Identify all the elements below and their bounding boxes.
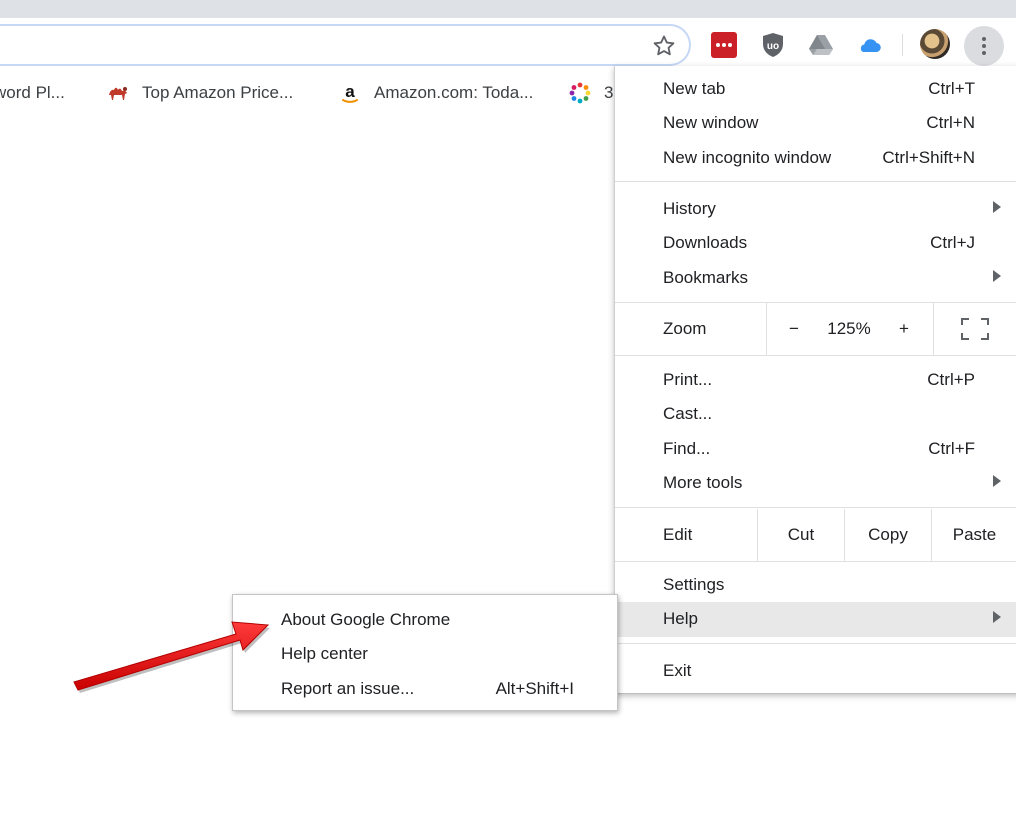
bookmark-amazon[interactable]: a Amazon.com: Toda... (338, 80, 533, 106)
fullscreen-icon[interactable] (961, 318, 989, 340)
edit-label: Edit (663, 525, 693, 544)
zoom-level: 125% (827, 319, 871, 338)
tab-strip (0, 0, 1016, 18)
menu-label: Exit (663, 661, 692, 680)
bookmark-3[interactable]: 3 (568, 80, 613, 106)
menu-label: More tools (663, 473, 743, 492)
toolbar-divider (902, 34, 903, 56)
menu-label: New incognito window (663, 148, 832, 167)
menu-separator (615, 507, 1016, 508)
menu-item-new-tab[interactable]: New tab Ctrl+T (615, 72, 1016, 106)
google-drive-icon[interactable] (808, 32, 834, 58)
submenu-arrow-icon (993, 270, 1001, 282)
address-bar[interactable] (0, 24, 691, 66)
menu-item-bookmarks[interactable]: Bookmarks (615, 261, 1016, 295)
zoom-row: Zoom − 125% + (615, 303, 1016, 355)
zoom-divider (766, 303, 767, 355)
menu-shortcut: Ctrl+Shift+N (882, 148, 975, 167)
menu-item-cast[interactable]: Cast... (615, 397, 1016, 431)
more-vert-icon[interactable] (964, 26, 1004, 66)
menu-item-print[interactable]: Print... Ctrl+P (615, 363, 1016, 397)
camel-icon (106, 81, 130, 105)
submenu-item-about-google-chrome[interactable]: About Google Chrome (233, 603, 617, 637)
profile-avatar[interactable] (920, 29, 950, 59)
menu-label: Print... (663, 370, 713, 389)
zoom-label: Zoom (663, 319, 707, 338)
menu-item-settings[interactable]: Settings (615, 568, 1016, 602)
menu-label: Cast... (663, 404, 713, 423)
paste-button[interactable]: Paste (932, 509, 1016, 561)
help-submenu: About Google Chrome Help center Report a… (232, 594, 618, 711)
edit-row: Edit Cut Copy Paste (615, 509, 1016, 561)
bookmark-star-icon[interactable] (651, 33, 677, 59)
chrome-main-menu: New tab Ctrl+T New window Ctrl+N New inc… (614, 66, 1016, 694)
menu-label: Find... (663, 439, 711, 458)
menu-item-history[interactable]: History (615, 192, 1016, 226)
menu-shortcut: Ctrl+T (928, 79, 975, 98)
menu-shortcut: Ctrl+F (928, 439, 975, 458)
menu-shortcut: Ctrl+N (926, 113, 975, 132)
submenu-item-report-an-issue[interactable]: Report an issue... Alt+Shift+I (233, 672, 617, 706)
menu-separator (615, 561, 1016, 562)
submenu-arrow-icon (993, 475, 1001, 487)
menu-label: New window (663, 113, 759, 132)
bookmark-keyword-planner[interactable]: word Pl... (0, 80, 65, 106)
menu-item-new-incognito-window[interactable]: New incognito window Ctrl+Shift+N (615, 141, 1016, 175)
menu-label: New tab (663, 79, 726, 98)
menu-label: History (663, 199, 716, 218)
menu-shortcut: Ctrl+J (930, 233, 975, 252)
submenu-arrow-icon (993, 611, 1001, 623)
menu-label: Help center (281, 644, 368, 663)
menu-label: Help (663, 609, 698, 628)
lastpass-icon[interactable] (711, 32, 737, 58)
amazon-icon: a (338, 81, 362, 105)
menu-shortcut: Ctrl+P (927, 370, 975, 389)
icloud-icon[interactable] (856, 32, 882, 58)
submenu-item-help-center[interactable]: Help center (233, 637, 617, 671)
menu-label: Downloads (663, 233, 748, 252)
bookmark-label: Amazon.com: Toda... (374, 83, 534, 102)
menu-item-exit[interactable]: Exit (615, 654, 1016, 688)
svg-text:a: a (345, 82, 355, 101)
bookmark-label: 3 (604, 83, 614, 102)
zoom-divider (933, 303, 934, 355)
menu-item-downloads[interactable]: Downloads Ctrl+J (615, 226, 1016, 260)
menu-separator (615, 355, 1016, 356)
page-content (0, 118, 614, 826)
zoom-out-button[interactable]: − (775, 303, 813, 355)
bookmark-label: Top Amazon Price... (142, 83, 294, 102)
menu-separator (615, 181, 1016, 182)
ublock-origin-icon[interactable]: uo (760, 32, 786, 58)
menu-separator (615, 643, 1016, 644)
menu-label: Bookmarks (663, 268, 749, 287)
menu-label: Report an issue... (281, 679, 415, 698)
menu-item-new-window[interactable]: New window Ctrl+N (615, 106, 1016, 140)
menu-shortcut: Alt+Shift+I (495, 679, 574, 698)
menu-item-help[interactable]: Help (615, 602, 1016, 637)
bookmark-top-amazon-price[interactable]: Top Amazon Price... (106, 80, 293, 106)
menu-item-more-tools[interactable]: More tools (615, 466, 1016, 500)
svg-text:uo: uo (767, 41, 779, 52)
menu-label: Settings (663, 575, 725, 594)
colorful-dots-icon (568, 81, 592, 105)
submenu-arrow-icon (993, 201, 1001, 213)
zoom-in-button[interactable]: + (885, 303, 923, 355)
bookmark-label: word Pl... (0, 83, 65, 102)
cut-button[interactable]: Cut (758, 509, 844, 561)
menu-label: About Google Chrome (281, 610, 451, 629)
copy-button[interactable]: Copy (845, 509, 931, 561)
menu-item-find[interactable]: Find... Ctrl+F (615, 432, 1016, 466)
